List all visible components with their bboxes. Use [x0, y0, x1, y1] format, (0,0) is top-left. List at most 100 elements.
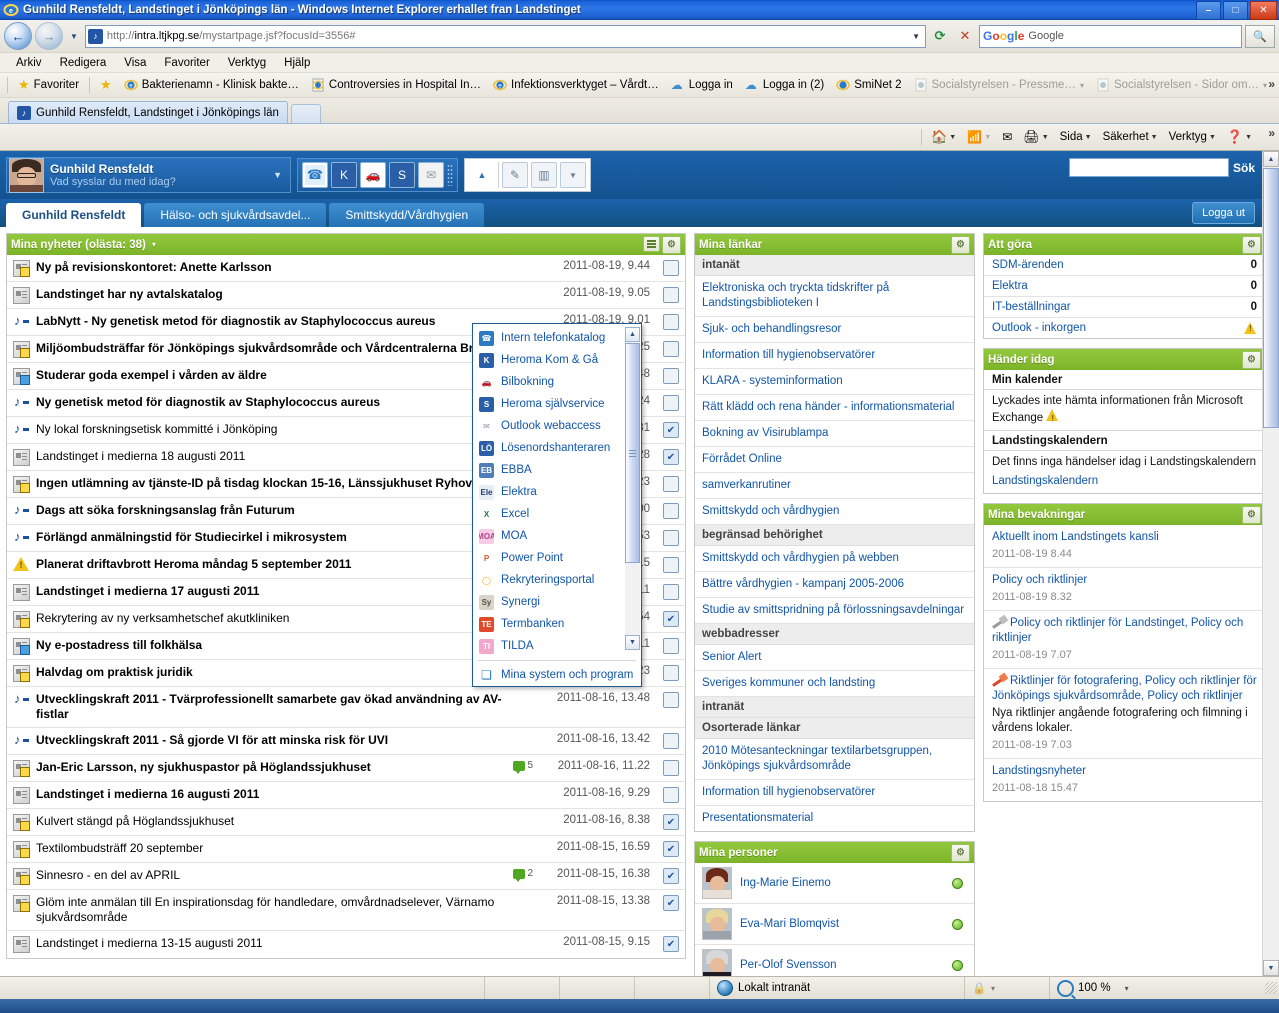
zoom-control[interactable]: 100 % ▾ — [1050, 977, 1136, 999]
chevron-down-icon[interactable]: ▼ — [1245, 134, 1252, 141]
watch-title[interactable]: Landstingsnyheter — [992, 765, 1086, 777]
link-row[interactable]: Bättre vårdhygien - kampanj 2005-2006 — [695, 572, 974, 598]
security-zone[interactable]: Lokalt intranät — [710, 977, 965, 999]
watch-row[interactable]: Landstingsnyheter 2011-08-18 15.47 — [984, 759, 1265, 801]
news-title[interactable]: Ny genetisk metod för diagnostik av Stap… — [36, 395, 533, 410]
news-read-checkbox[interactable]: ✔ — [663, 611, 679, 627]
menu-item-heroma-self[interactable]: S Heroma självservice — [473, 393, 641, 415]
chevron-down-icon[interactable]: ▼ — [1085, 134, 1092, 141]
link-label[interactable]: Smittskydd och vårdhygien på webben — [702, 552, 899, 564]
favorite-link-1[interactable]: Controversies in Hospital In… — [306, 77, 486, 93]
list-view-icon[interactable] — [643, 235, 660, 252]
news-row[interactable]: Glöm inte anmälan till En inspirationsda… — [7, 890, 685, 931]
todo-label[interactable]: SDM-ärenden — [992, 259, 1251, 271]
scroll-down-icon[interactable]: ▼ — [625, 635, 640, 650]
link-row[interactable]: Bokning av Visirublampa — [695, 421, 974, 447]
chevron-down-icon[interactable]: ▼ — [273, 170, 288, 180]
safety-menu[interactable]: Säkerhet ▼ — [1098, 129, 1163, 145]
tab-halso-och-sjukvardsavdel[interactable]: Hälso- och sjukvårdsavdel... — [144, 203, 327, 227]
pencil-icon[interactable]: ✎ — [502, 162, 528, 188]
sort-caret-icon[interactable]: ▾ — [152, 240, 156, 249]
news-read-checkbox[interactable] — [663, 368, 679, 384]
chevron-down-icon[interactable]: ▼ — [1151, 134, 1158, 141]
news-title[interactable]: Studerar goda exempel i vården av äldre — [36, 368, 533, 383]
news-read-checkbox[interactable] — [663, 665, 679, 681]
link-row[interactable]: Elektroniska och tryckta tidskrifter på … — [695, 276, 974, 317]
menu-item-excel[interactable]: X Excel — [473, 503, 641, 525]
scroll-up-icon[interactable]: ▲ — [625, 327, 640, 342]
news-title[interactable]: Utvecklingskraft 2011 - Så gjorde VI för… — [36, 733, 533, 748]
search-icon[interactable]: 🔍 — [1245, 24, 1275, 48]
link-row[interactable]: Senior Alert — [695, 645, 974, 671]
news-row[interactable]: ♪ Utvecklingskraft 2011 - Så gjorde VI fö… — [7, 728, 685, 755]
favorite-link-3[interactable]: ☁ Logga in — [666, 77, 738, 93]
news-title[interactable]: Dags att söka forskningsanslag från Futu… — [36, 503, 533, 518]
scroll-down-icon[interactable]: ▼ — [1263, 960, 1279, 976]
user-status-box[interactable]: Gunhild Rensfeldt Vad sysslar du med ida… — [6, 157, 291, 193]
news-title[interactable]: Jan-Eric Larsson, ny sjukhuspastor på Hö… — [36, 760, 501, 775]
menu-item-hjalp[interactable]: Hjälp — [276, 56, 318, 70]
news-row[interactable]: ♪ Utvecklingskraft 2011 - Tvärprofessione… — [7, 687, 685, 728]
favorites-button[interactable]: ★ Favoriter — [13, 76, 84, 94]
tab-gunhild-rensfeldt[interactable]: Gunhild Rensfeldt — [6, 203, 142, 227]
gear-icon[interactable]: ⚙ — [662, 235, 681, 254]
link-row[interactable]: Studie av smittspridning på förlossnings… — [695, 598, 974, 624]
menu-item-redigera[interactable]: Redigera — [52, 56, 115, 70]
link-row[interactable]: Smittskydd och vårdhygien på webben — [695, 546, 974, 572]
link-label[interactable]: Smittskydd och vårdhygien — [702, 505, 839, 517]
menu-item-moa[interactable]: MOA MOA — [473, 525, 641, 547]
menu-item-rekrytering[interactable]: ◯ Rekryteringsportal — [473, 569, 641, 591]
new-tab-button[interactable] — [290, 104, 321, 123]
tools-menu[interactable]: Verktyg ▼ — [1164, 129, 1221, 145]
menu-item-elektra[interactable]: Ele Elektra — [473, 481, 641, 503]
gear-icon[interactable]: ⚙ — [1242, 350, 1261, 369]
link-row[interactable]: Rätt klädd och rena händer - information… — [695, 395, 974, 421]
todo-label[interactable]: Elektra — [992, 280, 1251, 292]
news-title[interactable]: LabNytt - Ny genetisk metod för diagnost… — [36, 314, 533, 329]
url-input[interactable]: ♪ http://intra.ltjkpg.se/mystartpage.jsf… — [84, 24, 926, 48]
maximize-button[interactable]: □ — [1223, 1, 1248, 20]
gear-icon[interactable]: ⚙ — [1242, 505, 1261, 524]
news-row[interactable]: Landstinget har ny avtalskatalog 2011-08-… — [7, 282, 685, 309]
link-label[interactable]: Information till hygienobservatörer — [702, 786, 875, 798]
news-title[interactable]: Kulvert stängd på Höglandssjukhuset — [36, 814, 533, 829]
chevron-down-icon[interactable]: ▾ — [1080, 81, 1084, 90]
todo-label[interactable]: Outlook - inkorgen — [992, 322, 1244, 334]
news-title[interactable]: Landstinget i medierna 18 augusti 2011 — [36, 449, 533, 464]
news-read-checkbox[interactable] — [663, 395, 679, 411]
news-title[interactable]: Rekrytering av ny verksamhetschef akutkl… — [36, 611, 533, 626]
news-title[interactable]: Ny e-postadress till folkhälsa — [36, 638, 533, 653]
menu-item-favoriter[interactable]: Favoriter — [156, 56, 217, 70]
news-read-checkbox[interactable]: ✔ — [663, 449, 679, 465]
page-scroll-thumb[interactable] — [1263, 168, 1279, 428]
news-read-checkbox[interactable]: ✔ — [663, 895, 679, 911]
chevron-down-icon[interactable]: ▾ — [991, 984, 995, 993]
menu-item-car[interactable]: 🚗 Bilbokning — [473, 371, 641, 393]
news-read-checkbox[interactable] — [663, 692, 679, 708]
link-row[interactable]: Information till hygienobservatörer — [695, 780, 974, 806]
link-label[interactable]: Information till hygienobservatörer — [702, 349, 875, 361]
landstingskalendern-link[interactable]: Landstingskalendern — [992, 475, 1098, 487]
link-row[interactable]: Förrådet Online — [695, 447, 974, 473]
chevron-down-icon[interactable]: ▾ — [1263, 81, 1267, 90]
news-title[interactable]: Landstinget i medierna 16 augusti 2011 — [36, 787, 533, 802]
close-button[interactable]: ✕ — [1250, 1, 1277, 20]
menu-scroll-thumb[interactable] — [625, 343, 640, 563]
link-label[interactable]: KLARA - systeminformation — [702, 375, 843, 387]
menu-item-mina-system-och-program[interactable]: ❏ Mina system och program — [473, 664, 641, 686]
gear-icon[interactable]: ⚙ — [951, 235, 970, 254]
person-row[interactable]: Per-Olof Svensson — [695, 945, 974, 976]
person-row[interactable]: Ing-Marie Einemo — [695, 863, 974, 904]
url-dropdown-icon[interactable]: ▼ — [912, 32, 923, 41]
link-label[interactable]: Bättre vårdhygien - kampanj 2005-2006 — [702, 578, 904, 590]
command-overflow-icon[interactable]: » — [1268, 126, 1275, 140]
watch-title[interactable]: Aktuellt inom Landstingets kansli — [992, 531, 1159, 543]
news-title[interactable]: Landstinget i medierna 17 augusti 2011 — [36, 584, 533, 599]
todo-row[interactable]: IT-beställningar 0 — [984, 297, 1265, 318]
protected-mode[interactable]: 🔒 ▾ — [965, 977, 1050, 999]
link-label[interactable]: Studie av smittspridning på förlossnings… — [702, 604, 964, 616]
print-button[interactable]: 🖨 ▼ — [1018, 127, 1053, 147]
person-row[interactable]: Eva-Mari Blomqvist — [695, 904, 974, 945]
news-title[interactable]: Förlängd anmälningstid för Studiecirkel … — [36, 530, 533, 545]
phone-icon[interactable]: ☎ — [302, 162, 328, 188]
